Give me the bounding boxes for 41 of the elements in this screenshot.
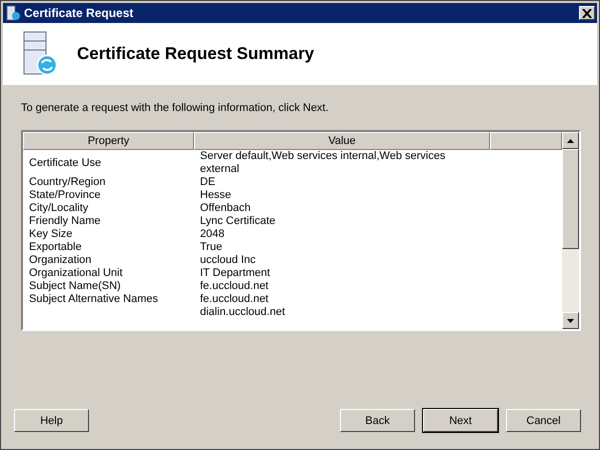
scroll-down-button[interactable]	[562, 312, 579, 329]
value-cell-text: dialin.uccloud.net	[200, 306, 286, 319]
help-button[interactable]: Help	[14, 409, 89, 432]
dialog-button[interactable]: Back	[340, 409, 415, 432]
dialog-button[interactable]: Next	[423, 409, 498, 432]
property-cell: Exportable	[29, 241, 82, 253]
property-cell: State/Province	[29, 189, 101, 201]
instruction-text: To generate a request with the following information, click Next.	[21, 102, 330, 114]
window-title: Certificate Request	[24, 6, 134, 20]
value-cell-text: True	[200, 241, 224, 254]
value-cell-text: Hesse	[200, 189, 232, 202]
close-button[interactable]	[579, 6, 595, 20]
property-cell: Friendly Name	[29, 215, 101, 227]
value-cell-text: Lync Certificate	[200, 215, 276, 228]
up-arrow-icon	[567, 138, 574, 142]
property-cell: Country/Region	[29, 176, 106, 188]
value-cell-text: fe.uccloud.net	[200, 293, 270, 306]
vertical-scrollbar[interactable]	[562, 132, 579, 329]
server-icon	[5, 5, 21, 21]
scroll-thumb[interactable]	[562, 149, 579, 249]
dialog-button[interactable]: Cancel	[506, 409, 581, 432]
value-cell-text: DE	[200, 176, 216, 189]
value-cell-text: Offenbach	[200, 202, 252, 215]
page-heading: Certificate Request Summary	[77, 44, 314, 64]
value-cell-text: uccloud Inc	[200, 254, 257, 267]
value-cell-text: Server default,Web services internal,Web services external	[200, 150, 446, 176]
value-cell-text: fe.uccloud.net	[200, 280, 270, 293]
property-cell: Organizational Unit	[29, 267, 123, 279]
property-cell: Subject Alternative Names	[29, 293, 158, 305]
column-header[interactable]: Value	[194, 132, 490, 150]
property-cell: Certificate Use	[29, 156, 102, 168]
down-arrow-icon	[567, 318, 574, 322]
scroll-up-button[interactable]	[562, 132, 579, 149]
property-cell: Key Size	[29, 228, 72, 240]
property-cell: Organization	[29, 254, 92, 266]
property-cell: City/Locality	[29, 202, 88, 214]
value-cell-text: IT Department	[200, 267, 272, 280]
property-cell: Subject Name(SN)	[29, 280, 121, 292]
server-sync-icon	[23, 31, 57, 77]
column-header[interactable]: Property	[23, 132, 194, 150]
value-cell-text: 2048	[200, 228, 226, 241]
